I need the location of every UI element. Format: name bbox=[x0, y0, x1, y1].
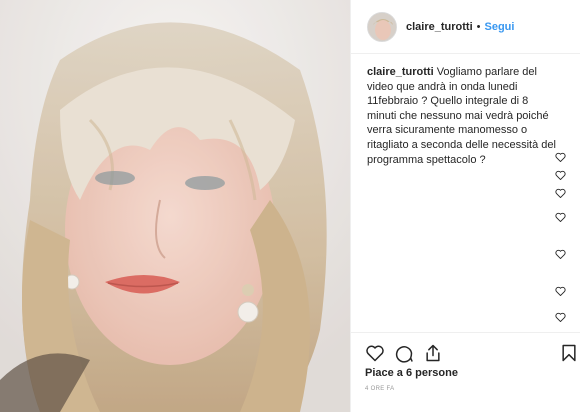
avatar-image bbox=[368, 12, 396, 41]
follow-button[interactable]: Segui bbox=[485, 21, 515, 33]
instagram-post: claire_turotti • Segui claire_turotti Vo… bbox=[0, 0, 580, 412]
avatar[interactable] bbox=[367, 11, 397, 42]
post-actions: Piace a 6 persone 4 ORE FA bbox=[351, 332, 580, 412]
post-photo[interactable] bbox=[0, 0, 350, 412]
share-icon[interactable] bbox=[423, 343, 443, 363]
comment-like-heart-icon[interactable] bbox=[555, 286, 566, 296]
header-separator: • bbox=[476, 20, 481, 33]
heart-icon[interactable] bbox=[365, 343, 385, 363]
caption-username-link[interactable]: claire_turotti bbox=[367, 66, 434, 78]
bookmark-icon[interactable] bbox=[559, 343, 579, 363]
portrait-image bbox=[0, 0, 350, 412]
comment-like-heart-icon[interactable] bbox=[555, 312, 566, 322]
comment-like-heart-icon[interactable] bbox=[555, 212, 566, 222]
comment-like-heart-icon[interactable] bbox=[555, 249, 566, 259]
likes-count-link[interactable]: Piace a 6 persone bbox=[365, 367, 458, 379]
comment-like-heart-icon[interactable] bbox=[555, 152, 566, 162]
post-header: claire_turotti • Segui bbox=[351, 0, 580, 54]
comment-like-column bbox=[555, 150, 567, 330]
post-caption: claire_turotti Vogliamo parlare del vide… bbox=[367, 65, 557, 167]
comment-like-heart-icon[interactable] bbox=[555, 170, 566, 180]
caption-text: Vogliamo parlare del video que andrà in … bbox=[367, 66, 556, 166]
post-timestamp[interactable]: 4 ORE FA bbox=[365, 386, 394, 392]
header-username-link[interactable]: claire_turotti bbox=[406, 21, 473, 33]
post-side-panel: claire_turotti • Segui claire_turotti Vo… bbox=[350, 0, 580, 412]
comment-icon[interactable] bbox=[394, 343, 414, 363]
comment-like-heart-icon[interactable] bbox=[555, 188, 566, 198]
